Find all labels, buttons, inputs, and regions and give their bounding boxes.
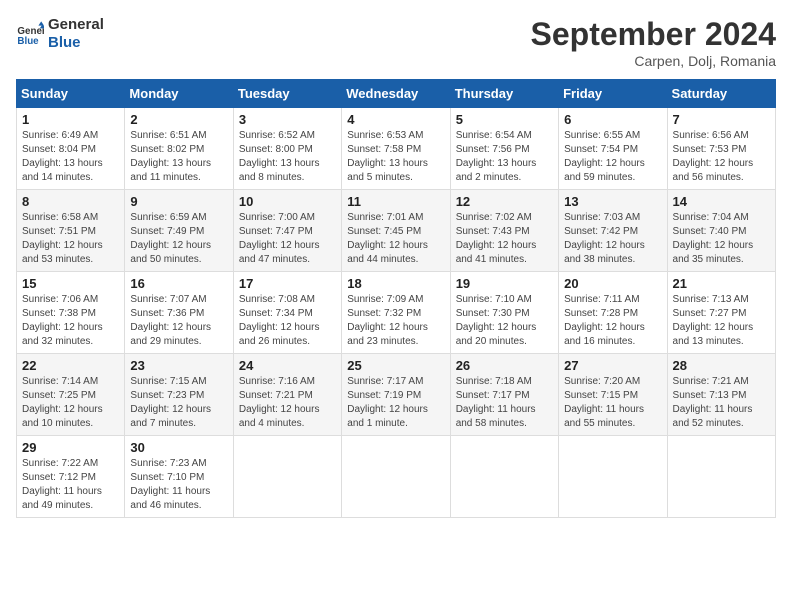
table-row: 29Sunrise: 7:22 AMSunset: 7:12 PMDayligh… [17,436,125,518]
table-row: 26Sunrise: 7:18 AMSunset: 7:17 PMDayligh… [450,354,558,436]
table-row: 19Sunrise: 7:10 AMSunset: 7:30 PMDayligh… [450,272,558,354]
calendar-week-2: 15Sunrise: 7:06 AMSunset: 7:38 PMDayligh… [17,272,776,354]
calendar-week-0: 1Sunrise: 6:49 AMSunset: 8:04 PMDaylight… [17,108,776,190]
table-row: 13Sunrise: 7:03 AMSunset: 7:42 PMDayligh… [559,190,667,272]
table-row: 17Sunrise: 7:08 AMSunset: 7:34 PMDayligh… [233,272,341,354]
table-row [450,436,558,518]
table-row: 18Sunrise: 7:09 AMSunset: 7:32 PMDayligh… [342,272,450,354]
month-title: September 2024 [531,16,776,53]
location: Carpen, Dolj, Romania [531,53,776,69]
title-area: September 2024 Carpen, Dolj, Romania [531,16,776,69]
table-row: 12Sunrise: 7:02 AMSunset: 7:43 PMDayligh… [450,190,558,272]
table-row: 15Sunrise: 7:06 AMSunset: 7:38 PMDayligh… [17,272,125,354]
col-monday: Monday [125,80,233,108]
table-row: 3Sunrise: 6:52 AMSunset: 8:00 PMDaylight… [233,108,341,190]
table-row: 27Sunrise: 7:20 AMSunset: 7:15 PMDayligh… [559,354,667,436]
table-row: 5Sunrise: 6:54 AMSunset: 7:56 PMDaylight… [450,108,558,190]
table-row: 28Sunrise: 7:21 AMSunset: 7:13 PMDayligh… [667,354,775,436]
table-row: 7Sunrise: 6:56 AMSunset: 7:53 PMDaylight… [667,108,775,190]
table-row: 9Sunrise: 6:59 AMSunset: 7:49 PMDaylight… [125,190,233,272]
table-row: 22Sunrise: 7:14 AMSunset: 7:25 PMDayligh… [17,354,125,436]
logo-icon: General Blue [16,20,44,48]
calendar-table: Sunday Monday Tuesday Wednesday Thursday… [16,79,776,518]
calendar-week-4: 29Sunrise: 7:22 AMSunset: 7:12 PMDayligh… [17,436,776,518]
table-row: 25Sunrise: 7:17 AMSunset: 7:19 PMDayligh… [342,354,450,436]
col-friday: Friday [559,80,667,108]
col-thursday: Thursday [450,80,558,108]
logo: General Blue General Blue [16,16,104,52]
table-row: 4Sunrise: 6:53 AMSunset: 7:58 PMDaylight… [342,108,450,190]
col-sunday: Sunday [17,80,125,108]
table-row: 8Sunrise: 6:58 AMSunset: 7:51 PMDaylight… [17,190,125,272]
table-row: 2Sunrise: 6:51 AMSunset: 8:02 PMDaylight… [125,108,233,190]
logo-general: General [48,16,104,34]
table-row: 24Sunrise: 7:16 AMSunset: 7:21 PMDayligh… [233,354,341,436]
table-row [667,436,775,518]
col-wednesday: Wednesday [342,80,450,108]
page-header: General Blue General Blue September 2024… [16,16,776,69]
col-saturday: Saturday [667,80,775,108]
calendar-week-1: 8Sunrise: 6:58 AMSunset: 7:51 PMDaylight… [17,190,776,272]
table-row: 20Sunrise: 7:11 AMSunset: 7:28 PMDayligh… [559,272,667,354]
table-row [342,436,450,518]
calendar-header-row: Sunday Monday Tuesday Wednesday Thursday… [17,80,776,108]
table-row: 1Sunrise: 6:49 AMSunset: 8:04 PMDaylight… [17,108,125,190]
table-row: 10Sunrise: 7:00 AMSunset: 7:47 PMDayligh… [233,190,341,272]
table-row: 23Sunrise: 7:15 AMSunset: 7:23 PMDayligh… [125,354,233,436]
table-row: 11Sunrise: 7:01 AMSunset: 7:45 PMDayligh… [342,190,450,272]
table-row [559,436,667,518]
table-row: 6Sunrise: 6:55 AMSunset: 7:54 PMDaylight… [559,108,667,190]
table-row [233,436,341,518]
table-row: 14Sunrise: 7:04 AMSunset: 7:40 PMDayligh… [667,190,775,272]
logo-blue: Blue [48,34,104,52]
calendar-week-3: 22Sunrise: 7:14 AMSunset: 7:25 PMDayligh… [17,354,776,436]
col-tuesday: Tuesday [233,80,341,108]
table-row: 21Sunrise: 7:13 AMSunset: 7:27 PMDayligh… [667,272,775,354]
table-row: 30Sunrise: 7:23 AMSunset: 7:10 PMDayligh… [125,436,233,518]
svg-text:Blue: Blue [17,36,39,47]
table-row: 16Sunrise: 7:07 AMSunset: 7:36 PMDayligh… [125,272,233,354]
